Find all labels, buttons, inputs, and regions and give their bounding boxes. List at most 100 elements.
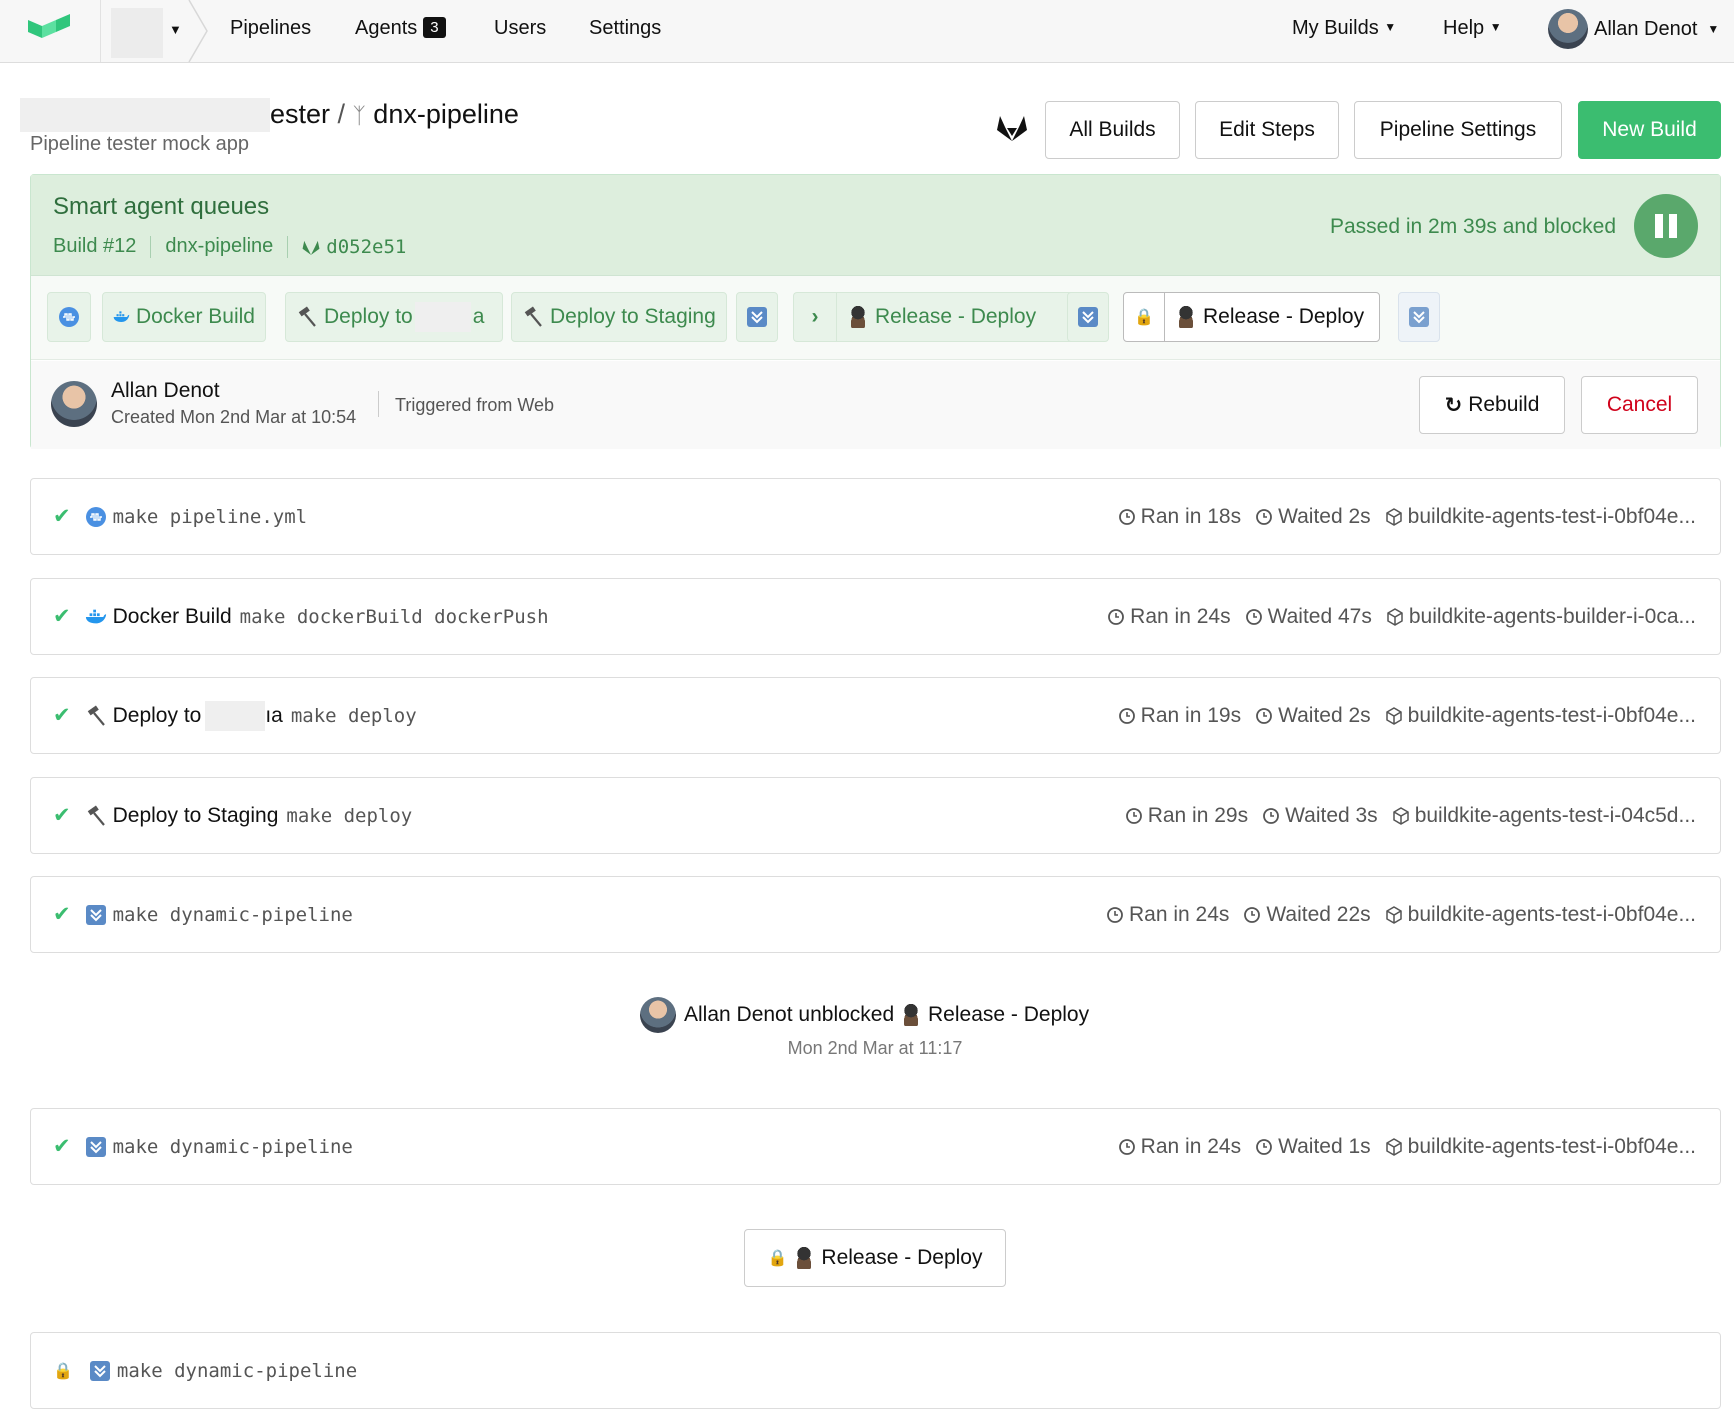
job-run-time: Ran in 24s: [1106, 903, 1229, 927]
divider: [378, 391, 379, 417]
job-agent: buildkite-agents-test-i-0bf04e...: [1385, 704, 1696, 728]
agents-count-badge: 3: [423, 17, 446, 38]
box-icon: [1385, 1137, 1402, 1156]
commit-sha[interactable]: d052e51: [326, 236, 406, 258]
step-release-deploy[interactable]: Release - Deploy: [836, 292, 1080, 342]
edit-steps-button[interactable]: Edit Steps: [1195, 101, 1339, 159]
step-dynamic-pipeline[interactable]: [736, 292, 778, 342]
trigger-source: Triggered from Web: [395, 395, 555, 415]
wait-time: Waited 47s: [1267, 604, 1372, 628]
caret-down-icon: ▼: [1489, 20, 1502, 34]
step-release-deploy-blocked[interactable]: Release - Deploy: [1164, 292, 1380, 342]
job-row[interactable]: ✔ Docker Build make dockerBuild dockerPu…: [30, 578, 1721, 655]
step-docker-build[interactable]: Docker Build: [102, 292, 266, 342]
agent-name[interactable]: buildkite-agents-test-i-0bf04e...: [1408, 903, 1696, 927]
check-icon: ✔: [53, 704, 71, 727]
gitlab-icon[interactable]: [996, 112, 1028, 142]
pipeline-upload-icon: [59, 307, 79, 327]
agent-name[interactable]: buildkite-agents-test-i-0bf04e...: [1408, 1135, 1696, 1159]
lock-icon: 🔒: [767, 1250, 788, 1267]
avatar: [1548, 9, 1588, 49]
ran-time: Ran in 24s: [1130, 604, 1231, 628]
my-builds-menu[interactable]: My Builds ▼: [1292, 17, 1396, 40]
lock-icon[interactable]: 🔒: [1123, 292, 1165, 342]
clock-icon: [1263, 807, 1279, 824]
agent-name[interactable]: buildkite-agents-test-i-0bf04e...: [1408, 704, 1696, 728]
wait-time: Waited 3s: [1285, 803, 1378, 827]
pipeline-settings-button[interactable]: Pipeline Settings: [1354, 101, 1562, 159]
hammer-icon: [87, 704, 105, 726]
all-builds-button[interactable]: All Builds: [1045, 101, 1180, 159]
download-icon: [85, 1136, 106, 1157]
docker-icon: [85, 609, 106, 623]
breadcrumb-org[interactable]: ester: [270, 99, 330, 129]
agent-name[interactable]: buildkite-agents-builder-i-0ca...: [1409, 605, 1696, 629]
job-row[interactable]: 🔒 make dynamic-pipeline: [30, 1332, 1721, 1409]
job-command: make dynamic-pipeline: [116, 1359, 358, 1382]
created-at: Created Mon 2nd Mar at 10:54: [111, 407, 357, 427]
step-deploy-to[interactable]: Deploy to a: [285, 292, 503, 342]
job-row[interactable]: ✔ make dynamic-pipeline Ran in 24s Waite…: [30, 876, 1721, 953]
nav-pipelines[interactable]: Pipelines: [230, 17, 311, 40]
job-agent: buildkite-agents-test-i-0bf04e...: [1385, 505, 1696, 529]
build-number[interactable]: Build #12: [53, 235, 136, 258]
clock-icon: [1256, 1138, 1272, 1155]
user-menu[interactable]: Allan Denot ▼: [1548, 9, 1719, 49]
step-pipeline-upload[interactable]: [47, 292, 91, 342]
clock-icon: [1107, 906, 1123, 923]
box-icon: [1385, 905, 1402, 924]
avatar: [640, 997, 676, 1033]
job-run-time: Ran in 24s: [1118, 1135, 1241, 1159]
hammer-icon: [524, 306, 542, 327]
step-label: Docker Build: [135, 305, 255, 328]
redacted-placeholder: [205, 700, 266, 731]
agent-name[interactable]: buildkite-agents-test-i-04c5d...: [1415, 804, 1696, 828]
nav-agents-label: Agents: [355, 17, 418, 39]
build-panel: Smart agent queues Build #12 dnx-pipelin…: [30, 174, 1721, 449]
org-selector[interactable]: ▼: [100, 0, 208, 62]
org-name-placeholder: [20, 98, 270, 132]
job-agent: buildkite-agents-builder-i-0ca...: [1386, 605, 1696, 629]
job-run-time: Ran in 24s: [1107, 604, 1231, 629]
cancel-button[interactable]: Cancel: [1581, 376, 1698, 434]
job-wait-time: Waited 47s: [1245, 605, 1372, 629]
breadcrumb-sep: /: [337, 99, 346, 129]
box-icon: [1385, 706, 1402, 725]
job-row[interactable]: ✔ Deploy to ıa make deploy Ran in 19s Wa…: [30, 677, 1721, 754]
new-build-button[interactable]: New Build: [1578, 101, 1721, 159]
ran-time: Ran in 29s: [1147, 803, 1249, 827]
pause-icon: [1634, 194, 1698, 258]
job-row[interactable]: ✔ make dynamic-pipeline Ran in 24s Waite…: [30, 1108, 1721, 1185]
rebuild-button[interactable]: ↻ Rebuild: [1419, 376, 1565, 434]
clock-icon: [1245, 608, 1262, 625]
step-deploy-to-staging[interactable]: Deploy to Staging: [511, 292, 727, 342]
build-header: Smart agent queues Build #12 dnx-pipelin…: [31, 175, 1720, 276]
redacted-placeholder: [414, 302, 471, 332]
nav-agents[interactable]: Agents 3: [355, 17, 446, 40]
chevron-right-icon[interactable]: ›: [793, 292, 836, 342]
nav-settings[interactable]: Settings: [589, 17, 661, 40]
check-icon: ✔: [53, 605, 71, 628]
help-menu[interactable]: Help ▼: [1443, 17, 1502, 40]
job-wait-time: Waited 3s: [1262, 804, 1378, 828]
job-wait-time: Waited 1s: [1255, 1135, 1371, 1159]
job-wait-time: Waited 2s: [1255, 505, 1371, 529]
release-deploy-button[interactable]: 🔒 Release - Deploy: [744, 1229, 1006, 1287]
breadcrumb: ester / ᛉ dnx-pipeline: [270, 99, 519, 130]
download-icon: [747, 307, 767, 327]
buildkite-logo-icon[interactable]: [28, 14, 74, 44]
job-agent: buildkite-agents-test-i-04c5d...: [1392, 804, 1696, 828]
step-dynamic-pipeline[interactable]: [1067, 292, 1109, 342]
agent-name[interactable]: buildkite-agents-test-i-0bf04e...: [1408, 505, 1696, 529]
build-branch[interactable]: dnx-pipeline: [165, 235, 273, 258]
nav-users[interactable]: Users: [494, 17, 546, 40]
job-row[interactable]: ✔ make pipeline.yml Ran in 18s Waited 2s…: [30, 478, 1721, 555]
job-row[interactable]: ✔ Deploy to Staging make deploy Ran in 2…: [30, 777, 1721, 854]
breadcrumb-pipeline[interactable]: dnx-pipeline: [373, 99, 519, 129]
job-agent: buildkite-agents-test-i-0bf04e...: [1385, 1135, 1696, 1159]
step-dynamic-pipeline-blocked[interactable]: [1398, 292, 1440, 342]
check-icon: ✔: [53, 505, 71, 528]
caret-down-icon: ▼: [1707, 22, 1720, 36]
lock-icon: 🔒: [53, 1362, 73, 1380]
unblock-event: Allan Denot unblocked Release - Deploy: [640, 995, 1089, 1035]
